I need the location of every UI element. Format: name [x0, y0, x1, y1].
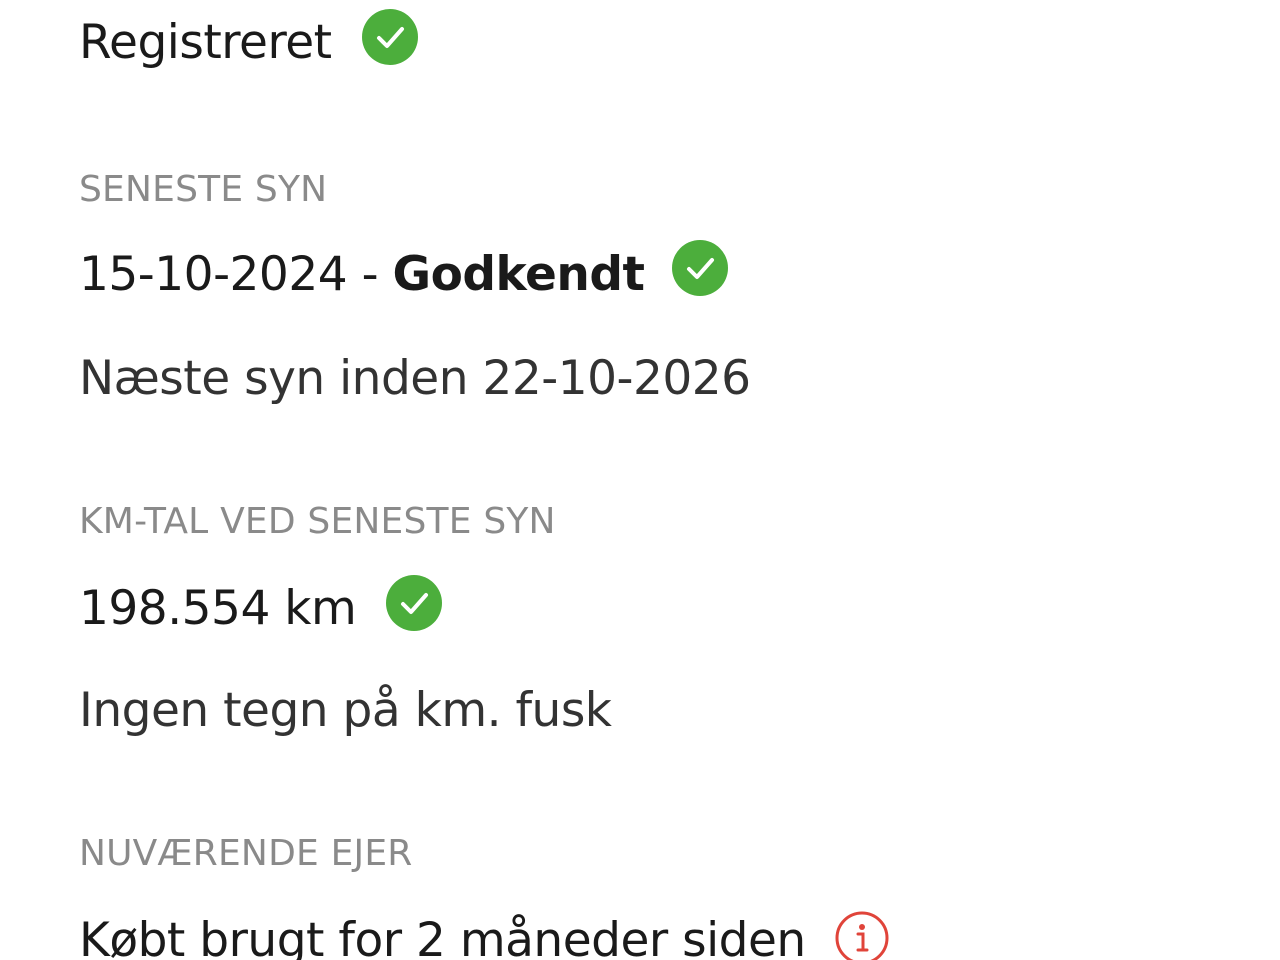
mileage-label-row: KM-TAL VED SENESTE SYN: [79, 502, 556, 542]
inspection-separator: -: [347, 246, 393, 302]
info-icon[interactable]: [834, 910, 890, 960]
inspection-section-label: SENESTE SYN: [79, 169, 328, 210]
mileage-section-label: KM-TAL VED SENESTE SYN: [79, 501, 556, 542]
mileage-note: Ingen tegn på km. fusk: [79, 682, 612, 738]
owner-label-row: NUVÆRENDE EJER: [79, 834, 413, 874]
owner-value-row: Købt brugt for 2 måneder siden: [79, 910, 890, 960]
mileage-value-row: 198.554 km: [79, 575, 443, 638]
mileage-value: 198.554 km: [79, 580, 357, 636]
check-circle-icon: [386, 575, 443, 631]
next-inspection-text: Næste syn inden 22-10-2026: [79, 350, 751, 406]
inspection-label-row: SENESTE SYN: [79, 170, 327, 210]
check-circle-icon: [361, 9, 418, 65]
registration-status-row: Registreret: [79, 9, 418, 72]
inspection-date: 15-10-2024: [79, 246, 348, 302]
check-circle-icon: [672, 240, 729, 296]
owner-value: Købt brugt for 2 måneder siden: [79, 912, 806, 960]
registration-status: Registreret: [79, 14, 332, 70]
mileage-note-row: Ingen tegn på km. fusk: [79, 680, 612, 740]
vehicle-report: Registreret SENESTE SYN 15-10-2024 - God…: [0, 0, 1280, 960]
inspection-result: Godkendt: [392, 246, 645, 302]
inspection-result-row: 15-10-2024 - Godkendt: [79, 240, 729, 304]
owner-section-label: NUVÆRENDE EJER: [79, 833, 413, 874]
next-inspection-row: Næste syn inden 22-10-2026: [79, 348, 751, 408]
